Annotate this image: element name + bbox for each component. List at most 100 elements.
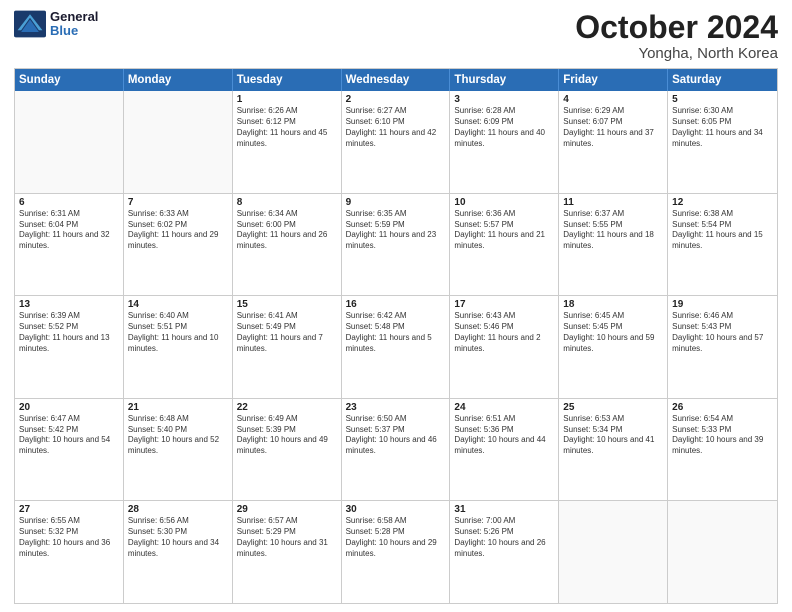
day-number-25: 25	[563, 402, 663, 413]
cell-info-3: Sunrise: 6:28 AM Sunset: 6:09 PM Dayligh…	[454, 106, 554, 149]
day-11: 11Sunrise: 6:37 AM Sunset: 5:55 PM Dayli…	[559, 194, 668, 296]
cell-info-30: Sunrise: 6:58 AM Sunset: 5:28 PM Dayligh…	[346, 516, 446, 559]
cell-info-21: Sunrise: 6:48 AM Sunset: 5:40 PM Dayligh…	[128, 414, 228, 457]
day-16: 16Sunrise: 6:42 AM Sunset: 5:48 PM Dayli…	[342, 296, 451, 398]
cell-info-18: Sunrise: 6:45 AM Sunset: 5:45 PM Dayligh…	[563, 311, 663, 354]
day-17: 17Sunrise: 6:43 AM Sunset: 5:46 PM Dayli…	[450, 296, 559, 398]
header-monday: Monday	[124, 69, 233, 91]
cell-info-31: Sunrise: 7:00 AM Sunset: 5:26 PM Dayligh…	[454, 516, 554, 559]
cell-info-6: Sunrise: 6:31 AM Sunset: 6:04 PM Dayligh…	[19, 209, 119, 252]
cell-info-23: Sunrise: 6:50 AM Sunset: 5:37 PM Dayligh…	[346, 414, 446, 457]
cell-info-25: Sunrise: 6:53 AM Sunset: 5:34 PM Dayligh…	[563, 414, 663, 457]
cell-info-12: Sunrise: 6:38 AM Sunset: 5:54 PM Dayligh…	[672, 209, 773, 252]
cell-info-29: Sunrise: 6:57 AM Sunset: 5:29 PM Dayligh…	[237, 516, 337, 559]
header-wednesday: Wednesday	[342, 69, 451, 91]
cell-info-26: Sunrise: 6:54 AM Sunset: 5:33 PM Dayligh…	[672, 414, 773, 457]
cell-info-8: Sunrise: 6:34 AM Sunset: 6:00 PM Dayligh…	[237, 209, 337, 252]
week-row-3: 13Sunrise: 6:39 AM Sunset: 5:52 PM Dayli…	[15, 295, 777, 398]
day-9: 9Sunrise: 6:35 AM Sunset: 5:59 PM Daylig…	[342, 194, 451, 296]
cell-info-17: Sunrise: 6:43 AM Sunset: 5:46 PM Dayligh…	[454, 311, 554, 354]
generalblue-logo-icon	[14, 10, 46, 38]
cell-info-9: Sunrise: 6:35 AM Sunset: 5:59 PM Dayligh…	[346, 209, 446, 252]
calendar-body: 1Sunrise: 6:26 AM Sunset: 6:12 PM Daylig…	[15, 91, 777, 603]
empty-cell-4-5	[559, 501, 668, 603]
empty-cell-0-0	[15, 91, 124, 193]
header-sunday: Sunday	[15, 69, 124, 91]
week-row-4: 20Sunrise: 6:47 AM Sunset: 5:42 PM Dayli…	[15, 398, 777, 501]
day-21: 21Sunrise: 6:48 AM Sunset: 5:40 PM Dayli…	[124, 399, 233, 501]
day-number-21: 21	[128, 402, 228, 413]
empty-cell-0-1	[124, 91, 233, 193]
cell-info-16: Sunrise: 6:42 AM Sunset: 5:48 PM Dayligh…	[346, 311, 446, 354]
day-number-2: 2	[346, 94, 446, 105]
day-30: 30Sunrise: 6:58 AM Sunset: 5:28 PM Dayli…	[342, 501, 451, 603]
calendar-header: Sunday Monday Tuesday Wednesday Thursday…	[15, 69, 777, 91]
cell-info-1: Sunrise: 6:26 AM Sunset: 6:12 PM Dayligh…	[237, 106, 337, 149]
day-number-17: 17	[454, 299, 554, 310]
day-number-10: 10	[454, 197, 554, 208]
empty-cell-4-6	[668, 501, 777, 603]
day-29: 29Sunrise: 6:57 AM Sunset: 5:29 PM Dayli…	[233, 501, 342, 603]
day-23: 23Sunrise: 6:50 AM Sunset: 5:37 PM Dayli…	[342, 399, 451, 501]
page: General Blue October 2024 Yongha, North …	[0, 0, 792, 612]
cell-info-20: Sunrise: 6:47 AM Sunset: 5:42 PM Dayligh…	[19, 414, 119, 457]
cell-info-14: Sunrise: 6:40 AM Sunset: 5:51 PM Dayligh…	[128, 311, 228, 354]
cell-info-19: Sunrise: 6:46 AM Sunset: 5:43 PM Dayligh…	[672, 311, 773, 354]
day-6: 6Sunrise: 6:31 AM Sunset: 6:04 PM Daylig…	[15, 194, 124, 296]
day-number-24: 24	[454, 402, 554, 413]
day-26: 26Sunrise: 6:54 AM Sunset: 5:33 PM Dayli…	[668, 399, 777, 501]
day-number-29: 29	[237, 504, 337, 515]
cell-info-2: Sunrise: 6:27 AM Sunset: 6:10 PM Dayligh…	[346, 106, 446, 149]
day-18: 18Sunrise: 6:45 AM Sunset: 5:45 PM Dayli…	[559, 296, 668, 398]
day-2: 2Sunrise: 6:27 AM Sunset: 6:10 PM Daylig…	[342, 91, 451, 193]
day-12: 12Sunrise: 6:38 AM Sunset: 5:54 PM Dayli…	[668, 194, 777, 296]
logo-blue: Blue	[50, 24, 98, 38]
week-row-2: 6Sunrise: 6:31 AM Sunset: 6:04 PM Daylig…	[15, 193, 777, 296]
day-5: 5Sunrise: 6:30 AM Sunset: 6:05 PM Daylig…	[668, 91, 777, 193]
day-1: 1Sunrise: 6:26 AM Sunset: 6:12 PM Daylig…	[233, 91, 342, 193]
cell-info-5: Sunrise: 6:30 AM Sunset: 6:05 PM Dayligh…	[672, 106, 773, 149]
day-number-12: 12	[672, 197, 773, 208]
day-number-1: 1	[237, 94, 337, 105]
cell-info-28: Sunrise: 6:56 AM Sunset: 5:30 PM Dayligh…	[128, 516, 228, 559]
day-24: 24Sunrise: 6:51 AM Sunset: 5:36 PM Dayli…	[450, 399, 559, 501]
day-number-13: 13	[19, 299, 119, 310]
day-number-30: 30	[346, 504, 446, 515]
cell-info-13: Sunrise: 6:39 AM Sunset: 5:52 PM Dayligh…	[19, 311, 119, 354]
day-number-20: 20	[19, 402, 119, 413]
cell-info-15: Sunrise: 6:41 AM Sunset: 5:49 PM Dayligh…	[237, 311, 337, 354]
header-thursday: Thursday	[450, 69, 559, 91]
day-13: 13Sunrise: 6:39 AM Sunset: 5:52 PM Dayli…	[15, 296, 124, 398]
day-15: 15Sunrise: 6:41 AM Sunset: 5:49 PM Dayli…	[233, 296, 342, 398]
calendar: Sunday Monday Tuesday Wednesday Thursday…	[14, 68, 778, 604]
day-number-18: 18	[563, 299, 663, 310]
day-4: 4Sunrise: 6:29 AM Sunset: 6:07 PM Daylig…	[559, 91, 668, 193]
day-number-31: 31	[454, 504, 554, 515]
header-tuesday: Tuesday	[233, 69, 342, 91]
cell-info-10: Sunrise: 6:36 AM Sunset: 5:57 PM Dayligh…	[454, 209, 554, 252]
day-number-3: 3	[454, 94, 554, 105]
week-row-1: 1Sunrise: 6:26 AM Sunset: 6:12 PM Daylig…	[15, 91, 777, 193]
cell-info-22: Sunrise: 6:49 AM Sunset: 5:39 PM Dayligh…	[237, 414, 337, 457]
day-number-14: 14	[128, 299, 228, 310]
month-title: October 2024	[575, 10, 778, 45]
header-friday: Friday	[559, 69, 668, 91]
day-number-28: 28	[128, 504, 228, 515]
cell-info-4: Sunrise: 6:29 AM Sunset: 6:07 PM Dayligh…	[563, 106, 663, 149]
day-number-22: 22	[237, 402, 337, 413]
day-number-5: 5	[672, 94, 773, 105]
day-22: 22Sunrise: 6:49 AM Sunset: 5:39 PM Dayli…	[233, 399, 342, 501]
day-14: 14Sunrise: 6:40 AM Sunset: 5:51 PM Dayli…	[124, 296, 233, 398]
cell-info-24: Sunrise: 6:51 AM Sunset: 5:36 PM Dayligh…	[454, 414, 554, 457]
day-28: 28Sunrise: 6:56 AM Sunset: 5:30 PM Dayli…	[124, 501, 233, 603]
day-20: 20Sunrise: 6:47 AM Sunset: 5:42 PM Dayli…	[15, 399, 124, 501]
day-number-4: 4	[563, 94, 663, 105]
day-number-26: 26	[672, 402, 773, 413]
day-19: 19Sunrise: 6:46 AM Sunset: 5:43 PM Dayli…	[668, 296, 777, 398]
logo-general: General	[50, 10, 98, 24]
week-row-5: 27Sunrise: 6:55 AM Sunset: 5:32 PM Dayli…	[15, 500, 777, 603]
location: Yongha, North Korea	[575, 45, 778, 62]
day-7: 7Sunrise: 6:33 AM Sunset: 6:02 PM Daylig…	[124, 194, 233, 296]
day-27: 27Sunrise: 6:55 AM Sunset: 5:32 PM Dayli…	[15, 501, 124, 603]
header-saturday: Saturday	[668, 69, 777, 91]
